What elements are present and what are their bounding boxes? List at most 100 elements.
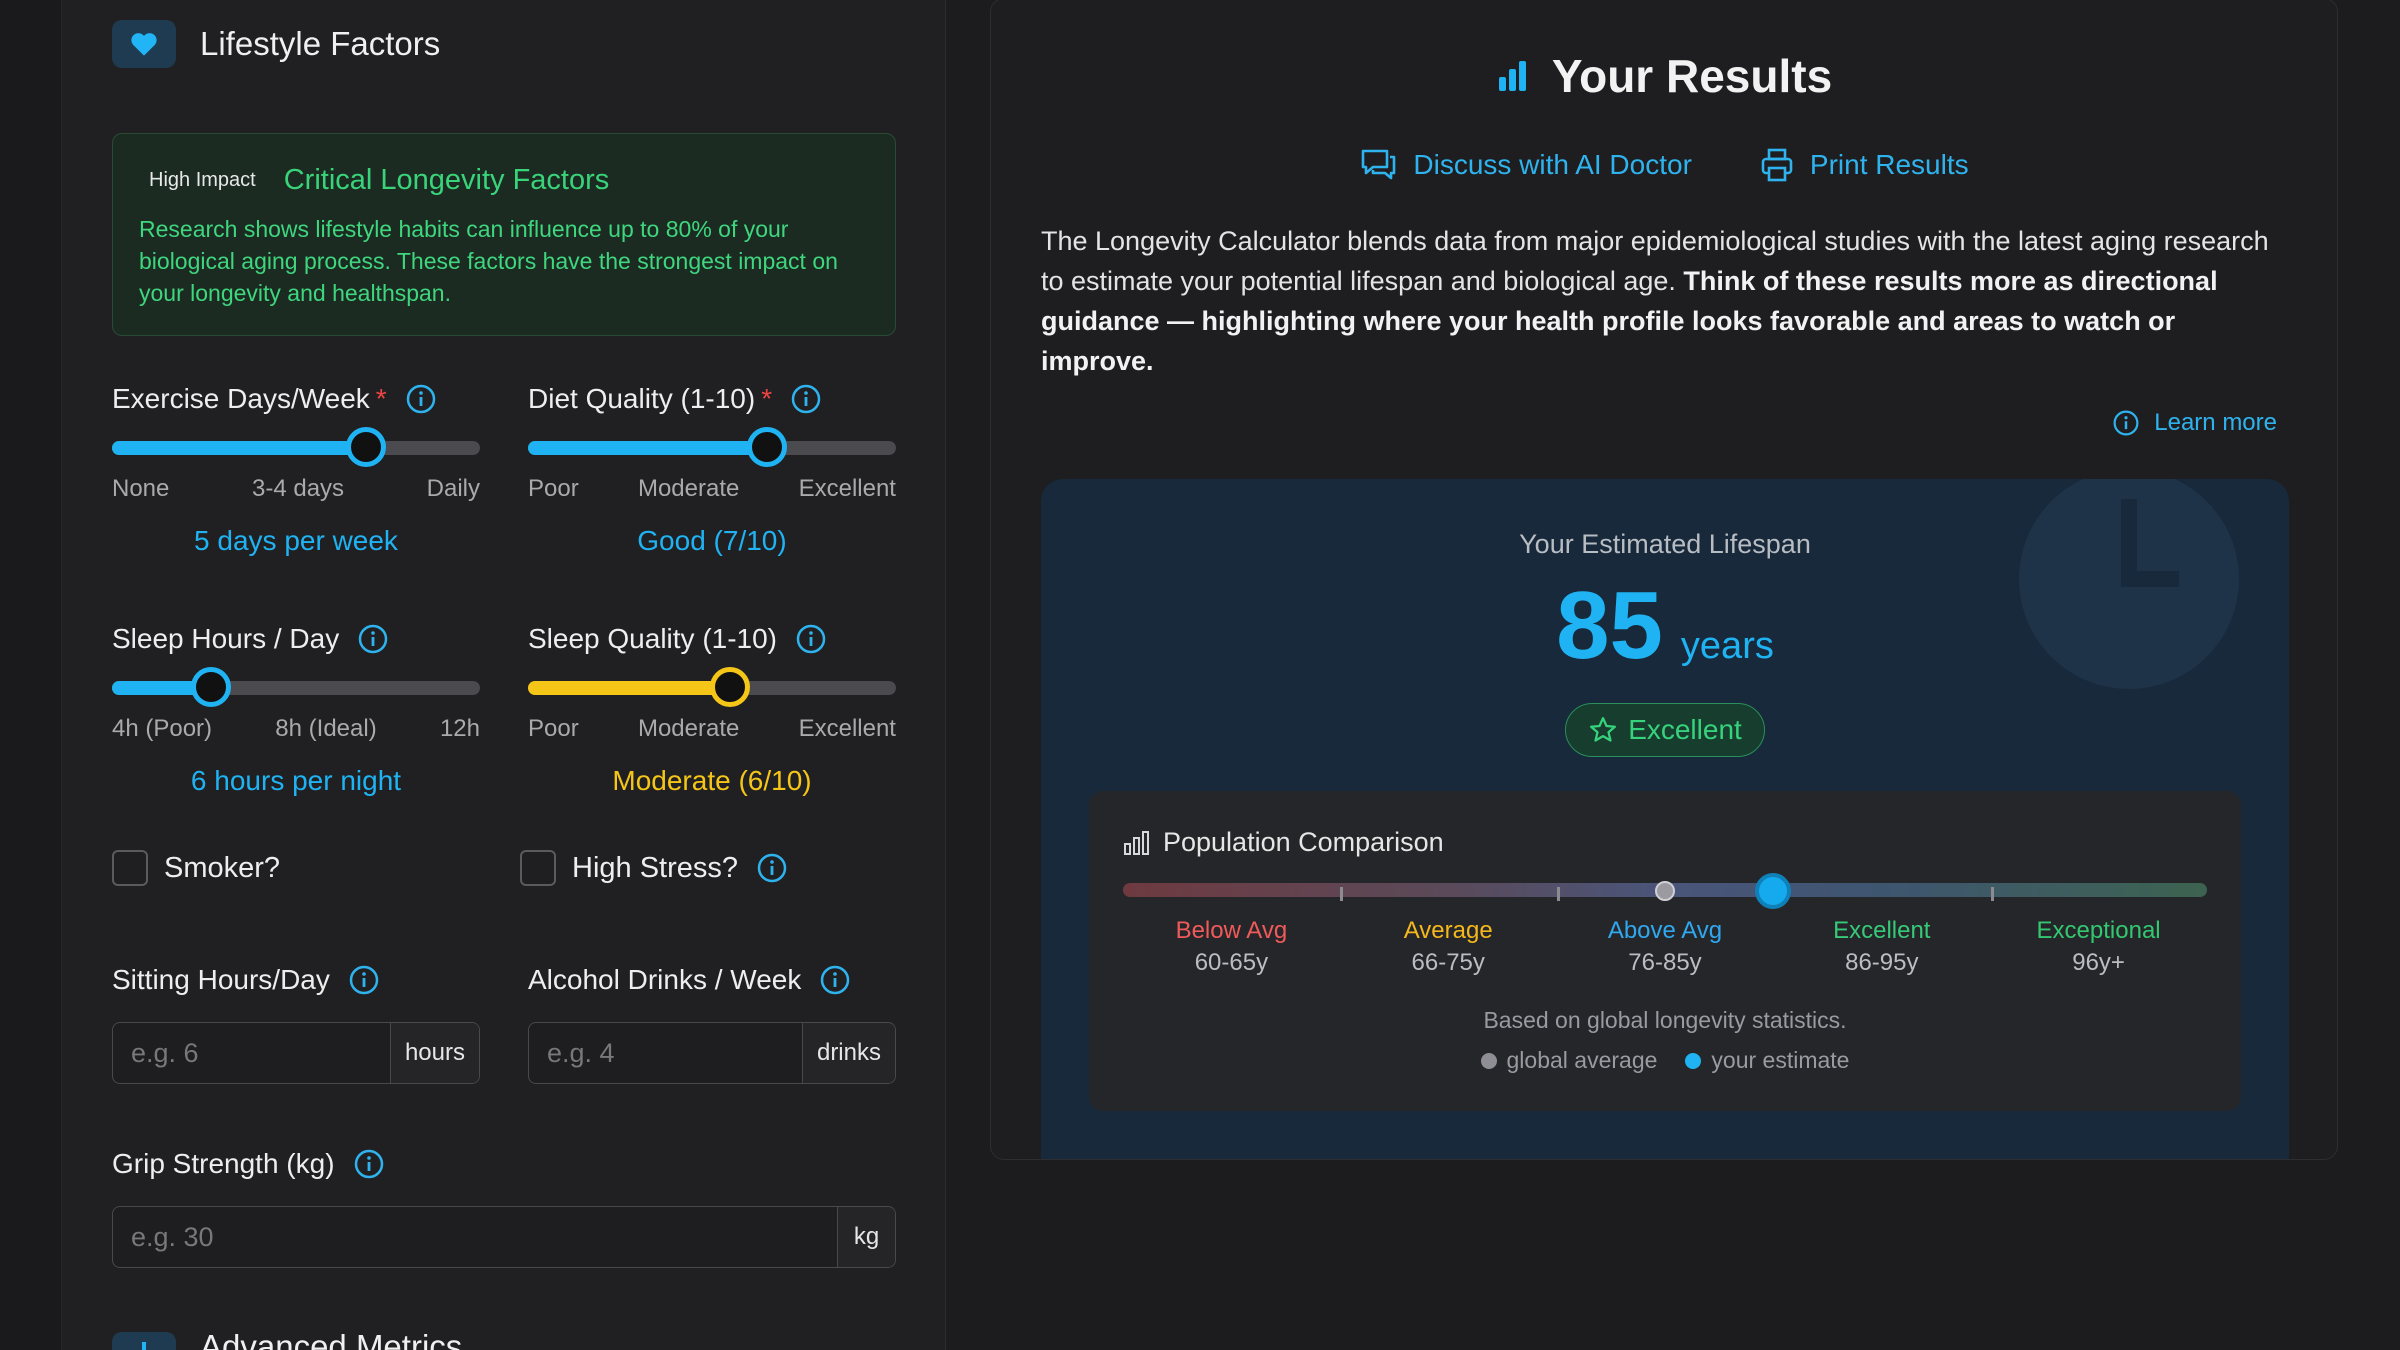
impact-text: Research shows lifestyle habits can infl… xyxy=(139,216,838,306)
info-icon[interactable] xyxy=(756,852,788,884)
alcohol-input[interactable] xyxy=(529,1023,802,1083)
grip-input[interactable] xyxy=(113,1207,837,1267)
band-name: Below Avg xyxy=(1175,917,1288,944)
chat-icon xyxy=(1362,149,1396,180)
diet-field: Diet Quality (1-10) * Poor Moderate Exce… xyxy=(528,381,896,557)
rating-badge: Excellent xyxy=(1565,703,1765,757)
rating-label: Excellent xyxy=(1628,714,1742,745)
legend-dot xyxy=(1685,1052,1702,1069)
diet-scale: Poor Moderate Excellent xyxy=(528,475,896,503)
lifestyle-header: Lifestyle Factors xyxy=(112,20,440,68)
sleep-quality-slider[interactable] xyxy=(528,667,896,707)
scale-min: Poor xyxy=(528,715,579,742)
info-icon[interactable] xyxy=(795,623,827,655)
left-gutter xyxy=(0,0,62,1350)
scale-max: Excellent xyxy=(798,475,896,502)
results-header: Your Results xyxy=(991,49,2337,103)
band-name: Exceptional xyxy=(2036,917,2161,944)
advanced-title: Advanced Metrics xyxy=(200,1332,462,1350)
stress-row[interactable]: High Stress? xyxy=(520,850,788,886)
lifespan-number: 85 xyxy=(1556,572,1663,679)
exercise-slider[interactable] xyxy=(112,427,480,467)
advanced-header[interactable]: Advanced Metrics xyxy=(112,1332,462,1350)
printer-icon xyxy=(1761,148,1793,182)
stress-checkbox[interactable] xyxy=(520,850,556,886)
lifespan-label: Your Estimated Lifespan xyxy=(1519,529,1811,559)
your-estimate-marker xyxy=(1755,873,1792,909)
info-icon[interactable] xyxy=(405,383,437,415)
sleep-quality-value: Moderate (6/10) xyxy=(612,765,812,796)
band-name: Above Avg xyxy=(1607,917,1723,944)
sleep-hours-label: Sleep Hours / Day xyxy=(112,623,340,654)
section-title: Lifestyle Factors xyxy=(200,25,441,62)
lifespan-value-row: 85 years xyxy=(1041,571,2289,681)
alcohol-label: Alcohol Drinks / Week xyxy=(528,964,802,995)
impact-callout: High Impact Critical Longevity Factors R… xyxy=(112,133,896,336)
population-note: Based on global longevity statistics. xyxy=(1483,1007,1847,1033)
info-icon[interactable] xyxy=(353,1148,385,1180)
print-results-button[interactable]: Print Results xyxy=(1760,147,1969,183)
alcohol-input-group: drinks xyxy=(528,1022,896,1084)
sitting-field: Sitting Hours/Day hours xyxy=(112,962,480,1084)
info-icon[interactable] xyxy=(348,964,380,996)
diet-slider[interactable] xyxy=(528,427,896,467)
smoker-label: Smoker? xyxy=(164,851,281,884)
population-comparison: Population Comparison Below Avg 60-65y Ave… xyxy=(1089,791,2241,1111)
population-band: Below Avg 60-65y xyxy=(1123,917,1340,977)
scale-tick xyxy=(1340,887,1343,901)
info-icon[interactable] xyxy=(790,383,822,415)
learn-more-label: Learn more xyxy=(2154,409,2277,436)
grip-unit: kg xyxy=(837,1207,895,1267)
sleep-quality-field: Sleep Quality (1-10) Poor Moderate Excel… xyxy=(528,621,896,797)
scale-mid: Moderate xyxy=(637,475,740,502)
discuss-label: Discuss with AI Doctor xyxy=(1413,149,1692,180)
required-marker: * xyxy=(761,383,773,414)
sitting-input[interactable] xyxy=(113,1023,390,1083)
exercise-scale: None 3-4 days Daily xyxy=(112,475,480,503)
exercise-value: 5 days per week xyxy=(194,525,398,556)
results-description: The Longevity Calculator blends data fro… xyxy=(1041,221,2291,381)
slider-thumb[interactable] xyxy=(710,667,751,707)
info-icon[interactable] xyxy=(357,623,389,655)
diet-label: Diet Quality (1-10) xyxy=(528,383,756,414)
sleep-hours-field: Sleep Hours / Day 4h (Poor) 8h (Ideal) 1… xyxy=(112,621,480,797)
sleep-hours-value: 6 hours per night xyxy=(190,765,402,796)
slider-thumb[interactable] xyxy=(747,427,788,467)
scale-tick xyxy=(1991,887,1994,901)
scale-min: None xyxy=(112,475,170,502)
learn-more-link[interactable]: Learn more xyxy=(2112,409,2277,437)
exercise-field: Exercise Days/Week * None 3-4 days Daily… xyxy=(112,381,480,557)
sitting-label: Sitting Hours/Day xyxy=(112,964,330,995)
discuss-ai-doctor-button[interactable]: Discuss with AI Doctor xyxy=(1359,147,1692,183)
population-band: Exceptional 96y+ xyxy=(1990,917,2207,977)
smoker-checkbox[interactable] xyxy=(112,850,148,886)
band-name: Excellent xyxy=(1833,917,1931,944)
bar-chart-icon xyxy=(1124,830,1149,855)
info-icon[interactable] xyxy=(819,964,851,996)
scale-mid: 3-4 days xyxy=(251,475,345,502)
population-legend: global average your estimate xyxy=(1089,1047,2241,1074)
legend-you-label: your estimate xyxy=(1711,1047,1850,1073)
sleep-quality-scale: Poor Moderate Excellent xyxy=(528,715,896,743)
slider-thumb[interactable] xyxy=(191,667,232,707)
legend-global-label: global average xyxy=(1506,1047,1658,1073)
smoker-row[interactable]: Smoker? xyxy=(112,850,280,886)
scale-max: 12h xyxy=(439,715,480,742)
band-range: 60-65y xyxy=(1194,949,1269,976)
population-title: Population Comparison xyxy=(1163,827,1444,857)
lifespan-unit: years xyxy=(1680,625,1774,667)
band-range: 76-85y xyxy=(1628,949,1702,976)
population-band: Excellent 86-95y xyxy=(1773,917,1990,977)
sleep-hours-scale: 4h (Poor) 8h (Ideal) 12h xyxy=(112,715,480,743)
required-marker: * xyxy=(375,383,387,414)
slider-fill xyxy=(528,681,731,695)
results-actions: Discuss with AI Doctor Print Results xyxy=(991,147,2337,183)
scale-mid: 8h (Ideal) xyxy=(275,715,377,742)
population-bands: Below Avg 60-65y Average 66-75y Above Avg 76-… xyxy=(1123,917,2207,977)
scale-max: Excellent xyxy=(798,715,896,742)
slider-thumb[interactable] xyxy=(345,427,386,467)
impact-tag: High Impact xyxy=(149,169,256,191)
info-icon xyxy=(2113,410,2139,436)
sleep-hours-slider[interactable] xyxy=(112,667,480,707)
scale-min: Poor xyxy=(528,475,579,502)
